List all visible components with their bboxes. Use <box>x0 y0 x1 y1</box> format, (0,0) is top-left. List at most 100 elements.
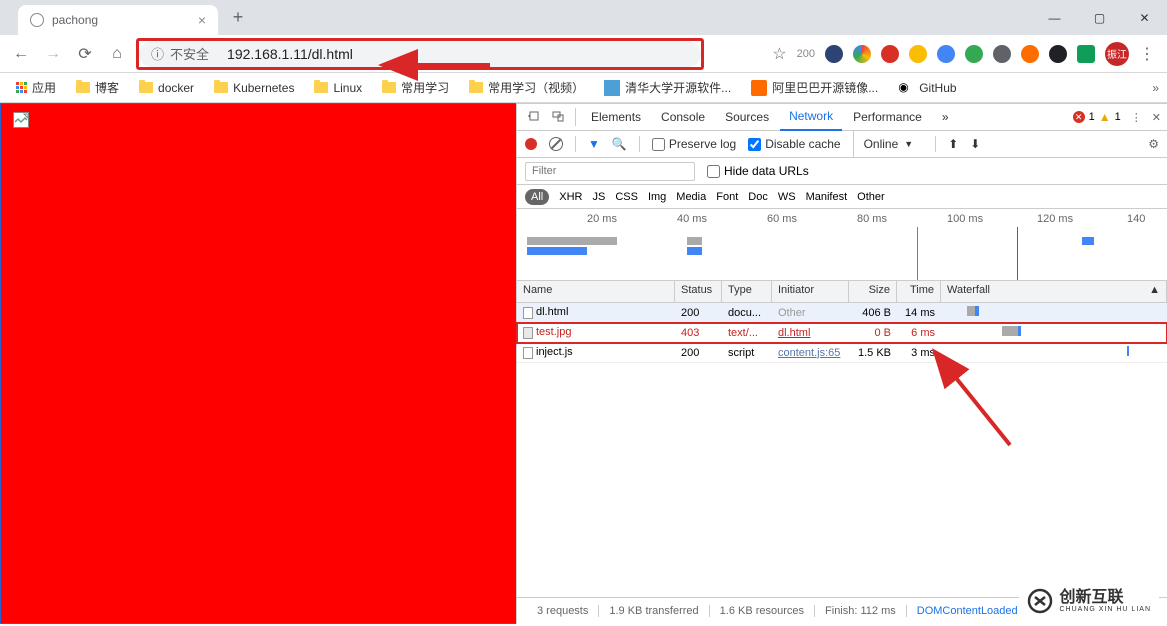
ext-icon-10[interactable] <box>1077 45 1095 63</box>
ext-icon-9[interactable] <box>1049 45 1067 63</box>
settings-icon[interactable]: ⚙ <box>1148 137 1159 151</box>
filter-xhr[interactable]: XHR <box>559 191 582 203</box>
bookmark-star-icon[interactable]: ☆ <box>772 44 786 64</box>
dt-menu-icon[interactable]: ⋮ <box>1131 111 1142 124</box>
security-badge[interactable]: ⓘ 不安全 <box>139 41 221 67</box>
devtools-tabs: Elements Console Sources Network Perform… <box>517 104 1167 131</box>
dt-close-icon[interactable]: ✕ <box>1152 111 1161 124</box>
folder-icon <box>214 82 228 93</box>
filter-all[interactable]: All <box>525 189 549 205</box>
window-controls: — ▢ ✕ <box>1032 0 1167 35</box>
ext-icon-1[interactable] <box>825 45 843 63</box>
dt-tab-network[interactable]: Network <box>780 104 842 131</box>
browser-tab[interactable]: pachong × <box>18 5 218 35</box>
network-filter-row: Hide data URLs <box>517 158 1167 185</box>
network-toolbar: ▼ 🔍 Preserve log Disable cache Online▼ ⬆… <box>517 131 1167 158</box>
record-button[interactable] <box>525 138 537 150</box>
search-icon[interactable]: 🔍 <box>612 137 627 151</box>
minimize-button[interactable]: — <box>1032 0 1077 35</box>
bookmark-item[interactable]: 博客 <box>68 76 127 100</box>
page-content: Elements Console Sources Network Perform… <box>0 103 1167 624</box>
menu-icon[interactable]: ⋮ <box>1139 44 1155 64</box>
filter-icon[interactable]: ▼ <box>588 137 600 151</box>
bookmark-item[interactable]: 常用学习（视频） <box>461 76 592 100</box>
col-name[interactable]: Name <box>517 281 675 302</box>
bookmark-item[interactable]: 阿里巴巴开源镜像... <box>743 76 886 100</box>
close-window-button[interactable]: ✕ <box>1122 0 1167 35</box>
download-icon[interactable]: ⬇ <box>970 137 980 151</box>
filter-font[interactable]: Font <box>716 191 738 203</box>
col-initiator[interactable]: Initiator <box>772 281 849 302</box>
ext-icon-2[interactable] <box>853 45 871 63</box>
badge-number: 200 <box>797 48 815 60</box>
filter-img[interactable]: Img <box>648 191 666 203</box>
bookmark-item[interactable]: Kubernetes <box>206 76 302 100</box>
filter-doc[interactable]: Doc <box>748 191 768 203</box>
forward-button[interactable]: → <box>40 41 66 67</box>
ext-icon-7[interactable] <box>993 45 1011 63</box>
site-icon <box>604 80 620 96</box>
ext-icon-5[interactable] <box>937 45 955 63</box>
home-button[interactable]: ⌂ <box>104 41 130 67</box>
col-time[interactable]: Time <box>897 281 941 302</box>
filter-manifest[interactable]: Manifest <box>806 191 848 203</box>
folder-icon <box>76 82 90 93</box>
clear-button[interactable] <box>549 137 563 151</box>
col-waterfall[interactable]: Waterfall▲ <box>941 281 1167 302</box>
ext-icon-3[interactable] <box>881 45 899 63</box>
preserve-log-checkbox[interactable]: Preserve log <box>652 137 736 151</box>
dt-tab-more-icon[interactable]: » <box>933 104 958 131</box>
dt-tab-performance[interactable]: Performance <box>844 104 931 131</box>
address-bar: ← → ⟳ ⌂ ⓘ 不安全 192.168.1.11/dl.html ☆ 200… <box>0 35 1167 73</box>
bookmark-item[interactable]: 清华大学开源软件... <box>596 76 739 100</box>
url-input[interactable]: 192.168.1.11/dl.html <box>221 41 701 67</box>
throttle-dropdown[interactable]: Online▼ <box>853 131 924 158</box>
folder-icon <box>314 82 328 93</box>
browser-titlebar: pachong × + — ▢ ✕ <box>0 0 1167 35</box>
url-highlight: ⓘ 不安全 192.168.1.11/dl.html <box>136 38 704 70</box>
network-timeline[interactable]: 20 ms 40 ms 60 ms 80 ms 100 ms 120 ms 14… <box>517 209 1167 281</box>
filter-media[interactable]: Media <box>676 191 706 203</box>
dt-tab-console[interactable]: Console <box>652 104 714 131</box>
col-status[interactable]: Status <box>675 281 722 302</box>
col-type[interactable]: Type <box>722 281 772 302</box>
user-avatar[interactable]: 振江 <box>1105 42 1129 66</box>
back-button[interactable]: ← <box>8 41 34 67</box>
folder-icon <box>382 82 396 93</box>
apps-button[interactable]: 应用 <box>8 76 64 100</box>
filter-js[interactable]: JS <box>592 191 605 203</box>
bookmarks-overflow-icon[interactable]: » <box>1152 81 1159 95</box>
watermark-logo: 创新互联CHUANG XIN HU LIAN <box>1019 584 1159 618</box>
reload-button[interactable]: ⟳ <box>72 41 98 67</box>
device-icon[interactable] <box>547 109 569 126</box>
bookmark-item[interactable]: 常用学习 <box>374 76 457 100</box>
disable-cache-checkbox[interactable]: Disable cache <box>748 137 840 151</box>
ext-icon-6[interactable] <box>965 45 983 63</box>
dt-tab-elements[interactable]: Elements <box>582 104 650 131</box>
dt-tab-sources[interactable]: Sources <box>716 104 778 131</box>
maximize-button[interactable]: ▢ <box>1077 0 1122 35</box>
bookmark-item[interactable]: Linux <box>306 76 370 100</box>
col-size[interactable]: Size <box>849 281 897 302</box>
close-tab-icon[interactable]: × <box>198 12 206 28</box>
network-row[interactable]: dl.html 200 docu... Other 406 B 14 ms <box>517 303 1167 323</box>
ext-icon-4[interactable] <box>909 45 927 63</box>
upload-icon[interactable]: ⬆ <box>948 137 958 151</box>
filter-css[interactable]: CSS <box>615 191 638 203</box>
bookmark-item[interactable]: ◉GitHub <box>890 76 964 100</box>
filter-ws[interactable]: WS <box>778 191 796 203</box>
warning-icon: ▲ <box>1099 110 1111 124</box>
new-tab-button[interactable]: + <box>226 6 250 30</box>
network-row[interactable]: inject.js 200 script content.js:65 1.5 K… <box>517 343 1167 363</box>
network-row-error[interactable]: test.jpg 403 text/... dl.html 0 B 6 ms <box>517 323 1167 343</box>
site-icon <box>751 80 767 96</box>
hide-urls-checkbox[interactable]: Hide data URLs <box>707 164 809 178</box>
ext-icon-8[interactable] <box>1021 45 1039 63</box>
error-icon: ✕ <box>1073 111 1085 123</box>
filter-other[interactable]: Other <box>857 191 885 203</box>
devtools-status: ✕1 ▲1 ⋮ ✕ <box>1073 110 1161 124</box>
folder-icon <box>139 82 153 93</box>
filter-input[interactable] <box>525 162 695 181</box>
inspect-icon[interactable] <box>523 109 545 126</box>
bookmark-item[interactable]: docker <box>131 76 202 100</box>
